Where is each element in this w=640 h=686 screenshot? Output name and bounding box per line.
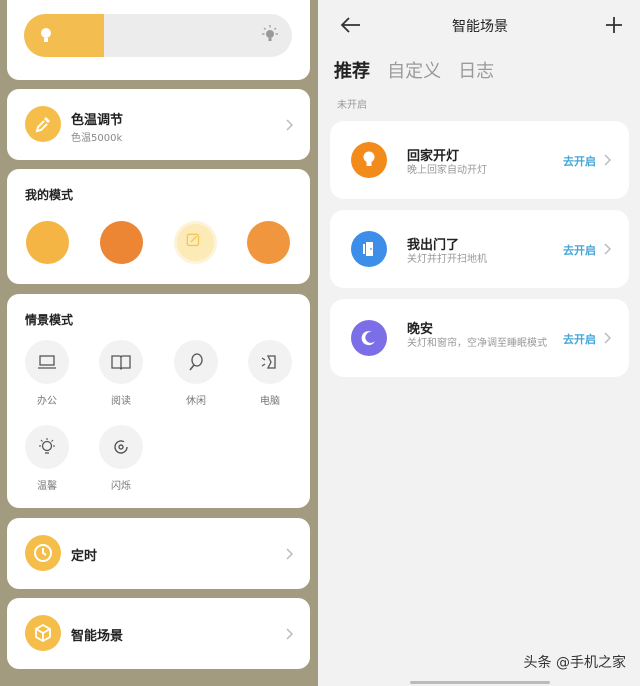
scene-office[interactable]: 办公 — [21, 340, 73, 407]
scene-card-leaving-home[interactable]: 我出门了 关灯并打开扫地机 去开启 — [330, 210, 629, 288]
scene-card-home-light[interactable]: 回家开灯 晚上回家自动开灯 去开启 — [330, 121, 629, 199]
mode-3-button[interactable] — [174, 221, 217, 264]
smart-scene-page: 智能场景 推荐 自定义 日志 未开启 回家开灯 晚上回家自动开灯 去开启 我出门… — [320, 0, 640, 686]
brightness-card — [7, 0, 310, 80]
watermark: 头条 @手机之家 — [523, 655, 626, 671]
section-status-label: 未开启 — [337, 100, 367, 111]
scene-modes-card: 情景模式 办公 阅读 休闲 电脑 温馨 闪烁 — [7, 294, 310, 508]
bulb-icon — [351, 142, 387, 178]
scene-flash-label: 闪烁 — [111, 481, 131, 492]
laptop-icon — [38, 355, 56, 369]
scene-description: 关灯和窗帘，空净调至睡眠模式 — [407, 338, 547, 349]
door-icon — [351, 231, 387, 267]
brightness-slider-fill — [24, 14, 105, 57]
scene-card-good-night[interactable]: 晚安 关灯和窗帘，空净调至睡眠模式 去开启 — [330, 299, 629, 377]
bulb-bright-icon — [262, 25, 278, 41]
scene-computer[interactable]: 电脑 — [244, 340, 296, 407]
tennis-racket-icon — [189, 353, 203, 371]
color-temp-title: 色温调节 — [71, 113, 124, 128]
scene-modes-title: 情景模式 — [25, 313, 74, 327]
cube-icon — [25, 615, 61, 651]
enable-scene-button[interactable]: 去开启 — [563, 153, 596, 169]
scene-leisure-label: 休闲 — [186, 396, 206, 407]
moon-icon — [351, 320, 387, 356]
clock-icon — [25, 535, 61, 571]
page-title: 智能场景 — [452, 19, 508, 35]
smart-scene-row[interactable]: 智能场景 — [7, 598, 310, 669]
color-temp-row[interactable]: 色温调节 色温5000k — [7, 89, 310, 160]
chevron-right-icon — [604, 154, 611, 166]
add-icon[interactable] — [604, 15, 624, 35]
chevron-right-icon — [604, 332, 611, 344]
timer-title: 定时 — [71, 549, 98, 564]
chevron-right-icon — [286, 628, 293, 640]
flash-icon — [114, 440, 128, 454]
mode-2-button[interactable] — [100, 221, 143, 264]
scene-computer-label: 电脑 — [260, 396, 280, 407]
enable-scene-button[interactable]: 去开启 — [563, 242, 596, 258]
eyedropper-icon — [25, 106, 61, 142]
tab-log[interactable]: 日志 — [458, 57, 494, 83]
enable-scene-button[interactable]: 去开启 — [563, 331, 596, 347]
smart-scene-title: 智能场景 — [71, 629, 124, 644]
scene-flash[interactable]: 闪烁 — [95, 425, 147, 492]
scene-office-label: 办公 — [37, 396, 57, 407]
tab-bar: 推荐 自定义 日志 — [334, 57, 506, 83]
chevron-right-icon — [604, 243, 611, 255]
timer-row[interactable]: 定时 — [7, 518, 310, 589]
brightness-slider[interactable] — [24, 14, 292, 57]
scene-leisure[interactable]: 休闲 — [170, 340, 222, 407]
tab-custom[interactable]: 自定义 — [387, 57, 441, 83]
book-icon — [111, 355, 131, 370]
scene-reading[interactable]: 阅读 — [95, 340, 147, 407]
mode-1-button[interactable] — [26, 221, 69, 264]
scene-description: 晚上回家自动开灯 — [407, 165, 487, 176]
chevron-right-icon — [286, 548, 293, 560]
color-temp-value: 色温5000k — [71, 133, 123, 144]
scene-reading-label: 阅读 — [111, 396, 131, 407]
scene-title: 我出门了 — [407, 238, 460, 253]
scene-title: 回家开灯 — [407, 149, 460, 164]
scene-cozy[interactable]: 温馨 — [21, 425, 73, 492]
scene-cozy-label: 温馨 — [37, 481, 57, 492]
bulb-dim-icon — [41, 28, 51, 42]
scene-description: 关灯并打开扫地机 — [407, 254, 487, 265]
mode-4-button[interactable] — [247, 221, 290, 264]
tab-recommended[interactable]: 推荐 — [334, 57, 370, 83]
scene-title: 晚安 — [407, 322, 434, 337]
my-modes-card: 我的模式 — [7, 169, 310, 284]
edit-icon — [186, 233, 200, 247]
chevron-right-icon — [286, 119, 293, 131]
my-modes-title: 我的模式 — [25, 188, 74, 202]
light-control-panel: 色温调节 色温5000k 我的模式 情景模式 办公 阅读 休闲 电脑 温馨 闪烁… — [0, 0, 318, 686]
monitor-light-icon — [261, 355, 276, 369]
home-indicator — [410, 681, 550, 684]
bulb-icon — [39, 438, 55, 454]
